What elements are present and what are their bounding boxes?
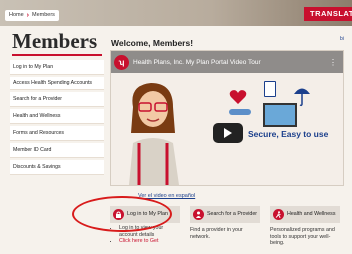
get-started-link[interactable]: Click here to Get <box>119 238 180 245</box>
play-icon <box>224 128 232 138</box>
umbrella-icon <box>294 88 310 107</box>
breadcrumb-home-link[interactable]: Home <box>9 10 24 21</box>
breadcrumb: Home › Members <box>5 10 59 21</box>
sidebar-nav: Log in to My Plan Access Health Spending… <box>10 60 104 175</box>
presenter-illustration <box>119 77 189 185</box>
heart-icon <box>229 90 247 104</box>
sidebar-item-member-id-card[interactable]: Member ID Card <box>10 143 104 158</box>
more-options-icon[interactable]: ⋮ <box>329 58 337 67</box>
hands-icon <box>229 109 251 115</box>
doctor-icon <box>193 209 204 220</box>
sidebar-item-health-spending[interactable]: Access Health Spending Accounts <box>10 77 104 90</box>
health-wellness-button-label: Health and Wellness <box>287 210 336 217</box>
video-title: Health Plans, Inc. My Plan Portal Video … <box>133 58 261 66</box>
sidebar-item-log-in[interactable]: Log in to My Plan <box>10 60 104 75</box>
channel-logo-icon: ʮ <box>114 54 129 70</box>
chevron-right-icon: › <box>26 12 30 19</box>
sidebar-item-discounts[interactable]: Discounts & Savings <box>10 160 104 175</box>
highlight-annotation <box>72 196 172 232</box>
play-button[interactable] <box>213 123 243 143</box>
card-search-provider: Search for a Provider Find a provider in… <box>190 206 260 240</box>
sidebar-title: Members <box>12 29 98 53</box>
health-wellness-description: Personalized programs and tools to suppo… <box>270 227 335 246</box>
breadcrumb-current: Members <box>32 12 55 18</box>
sidebar-item-health-wellness[interactable]: Health and Wellness <box>10 109 104 124</box>
running-person-icon <box>273 209 284 220</box>
translate-button[interactable]: TRANSLATE <box>304 7 352 21</box>
header-banner: Home › Members TRANSLATE <box>0 0 352 26</box>
search-provider-button[interactable]: Search for a Provider <box>190 206 260 223</box>
search-provider-description: Find a provider in your network. <box>190 227 243 240</box>
sidebar-item-forms-resources[interactable]: Forms and Resources <box>10 126 104 141</box>
monitor-icon <box>263 103 297 127</box>
phone-icon <box>264 81 276 97</box>
sidebar-item-search-provider[interactable]: Search for a Provider <box>10 92 104 107</box>
sidebar-divider <box>12 54 102 56</box>
video-caption: Secure, Easy to use <box>248 129 329 139</box>
video-player[interactable]: ʮ Health Plans, Inc. My Plan Portal Vide… <box>110 50 344 186</box>
video-title-bar: ʮ Health Plans, Inc. My Plan Portal Vide… <box>111 51 343 73</box>
search-provider-button-label: Search for a Provider <box>207 210 258 217</box>
card-health-wellness: Health and Wellness Personalized program… <box>270 206 340 247</box>
health-wellness-button[interactable]: Health and Wellness <box>270 206 340 223</box>
page-title: Welcome, Members! <box>111 38 194 48</box>
